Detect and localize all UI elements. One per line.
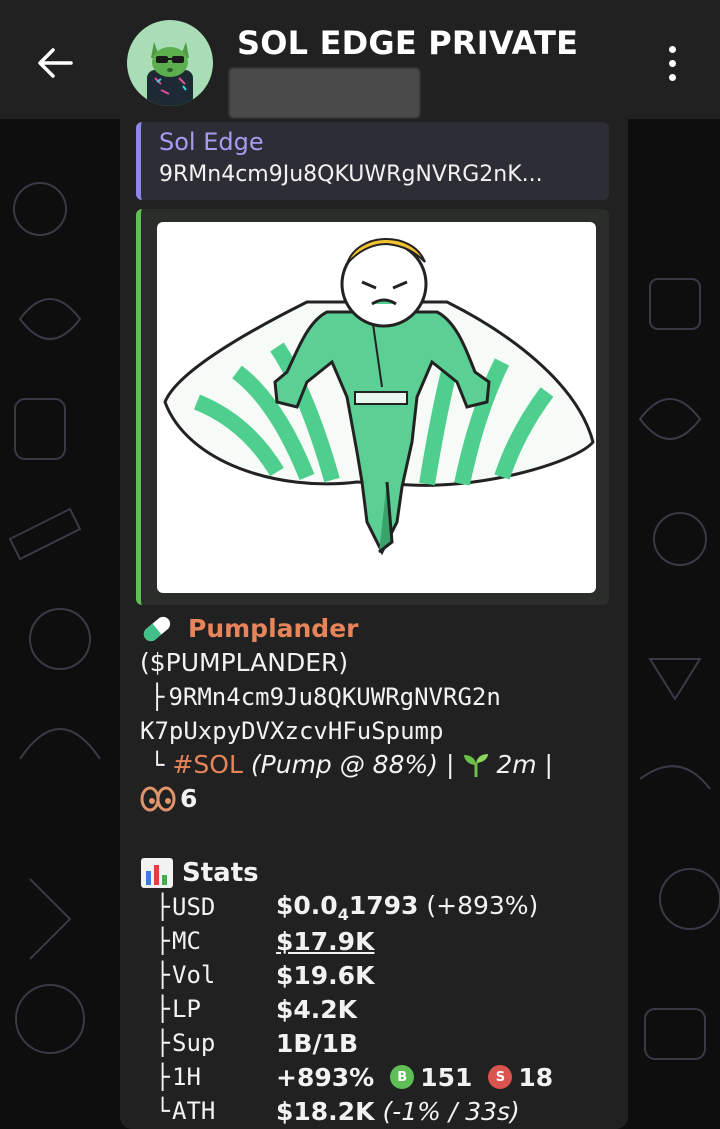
stats-block: Stats ├ USD $0.041793 (+893%) ├ MC $17.9… (140, 856, 620, 1128)
watchers-count: 6 (180, 784, 198, 813)
watchers-line: 6 (140, 782, 620, 816)
chat-title[interactable]: SOL EDGE PRIVATE (237, 24, 578, 62)
chat-header: SOL EDGE PRIVATE (0, 0, 720, 119)
bar-chart-icon (141, 858, 173, 888)
stat-row-mc: ├ MC $17.9K (155, 926, 375, 956)
stat-row-ath: └ ATH $18.2K (-1% / 33s) (155, 1096, 520, 1126)
address-line-2[interactable]: K7pUxpyDVXzcvHFuSpump (140, 714, 620, 748)
sol-hashtag[interactable]: #SOL (172, 748, 242, 782)
more-vertical-icon (668, 45, 676, 53)
cat-avatar-icon (147, 42, 193, 106)
token-ticker: ($PUMPLANDER) (140, 648, 349, 677)
link-preview[interactable] (136, 209, 609, 605)
chat-avatar[interactable] (127, 20, 213, 106)
pill-icon (143, 616, 171, 642)
reply-author: Sol Edge (159, 128, 264, 156)
pump-info: (Pump @ 88%) (250, 750, 438, 779)
redacted-subtitle (229, 68, 420, 118)
stat-row-sup: ├ Sup 1B/1B (155, 1028, 359, 1058)
ticker-line: ($PUMPLANDER) (140, 646, 620, 680)
reply-text: 9RMn4cm9Ju8QKUWRgNVRG2nK... (159, 162, 543, 187)
stat-row-usd: ├ USD $0.041793 (+893%) (155, 890, 539, 924)
back-button[interactable] (30, 38, 80, 88)
eyes-icon (140, 786, 176, 812)
buy-count: 151 (420, 1062, 473, 1092)
token-title-line: Pumplander (140, 612, 620, 646)
address-line-1[interactable]: ├ 9RMn4cm9Ju8QKUWRgNVRG2n (140, 680, 620, 714)
chain-info-line: └ #SOL (Pump @ 88%) | 2m | (140, 748, 620, 782)
more-menu-button[interactable] (652, 38, 692, 88)
reply-quote[interactable]: Sol Edge 9RMn4cm9Ju8QKUWRgNVRG2nK... (136, 122, 609, 200)
sell-count: 18 (518, 1062, 554, 1092)
token-name: Pumplander (188, 614, 359, 643)
sell-icon: S (488, 1065, 513, 1089)
token-age: 2m (496, 750, 537, 779)
buy-icon: B (390, 1065, 415, 1089)
stat-row-lp: ├ LP $4.2K (155, 994, 358, 1024)
arrow-left-icon (38, 48, 73, 78)
superhero-illustration (163, 238, 595, 556)
message-text: Pumplander ($PUMPLANDER) ├ 9RMn4cm9Ju8QK… (140, 612, 620, 816)
seedling-icon (464, 754, 489, 777)
stat-row-1h: ├ 1H +893% B 151 S 18 (155, 1062, 554, 1092)
market-cap-link[interactable]: $17.9K (276, 927, 374, 956)
contract-address-part2[interactable]: K7pUxpyDVXzcvHFuSpump (140, 714, 443, 748)
stats-header: Stats (140, 856, 620, 890)
contract-address-part1[interactable]: 9RMn4cm9Ju8QKUWRgNVRG2n (168, 680, 500, 714)
preview-image[interactable] (157, 222, 596, 593)
stat-row-vol: ├ Vol $19.6K (155, 960, 375, 990)
